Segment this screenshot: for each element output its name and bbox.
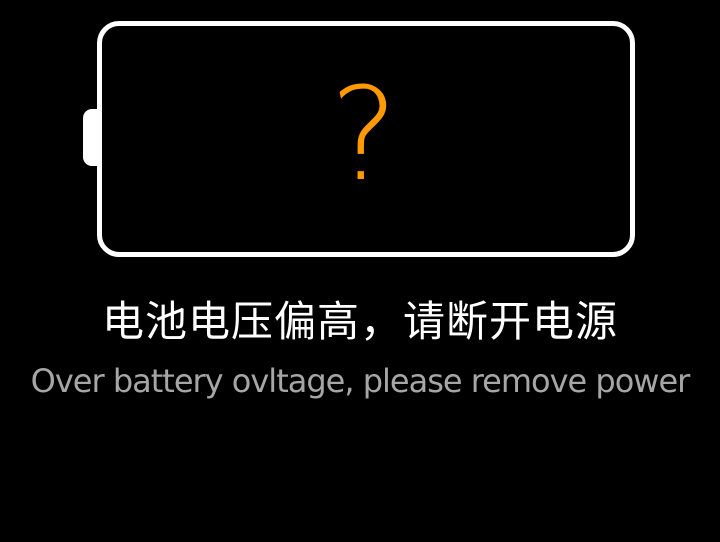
warning-message-chinese: 电池电压偏高，请断开电源 [101, 297, 618, 346]
battery-outline-icon: ? [97, 21, 635, 257]
warning-message-english: Over battery ovltage, please remove powe… [30, 362, 691, 400]
unknown-status-icon: ? [330, 61, 398, 210]
battery-warning-screen: ? 电池电压偏高，请断开电源 Over battery ovltage, ple… [0, 0, 720, 542]
